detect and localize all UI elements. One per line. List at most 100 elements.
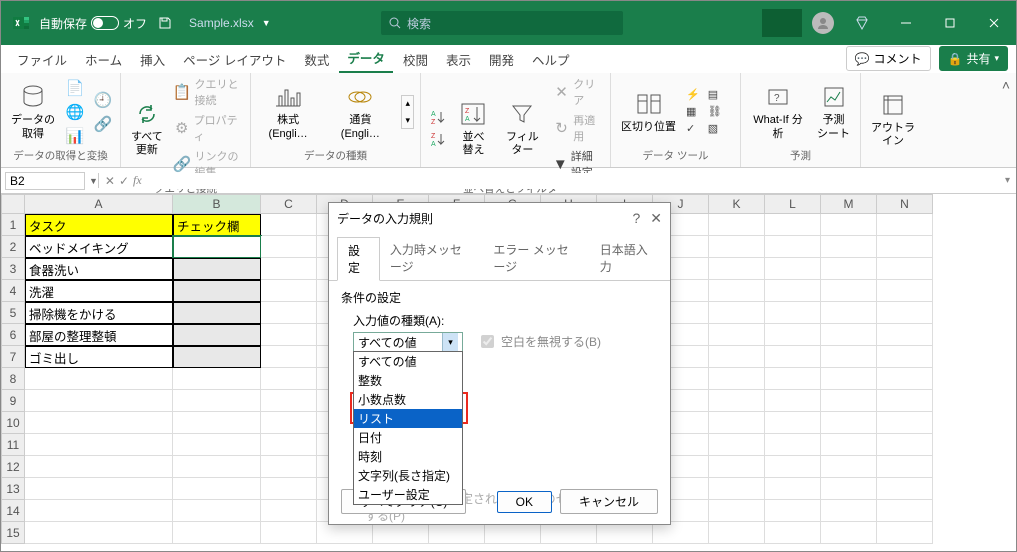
col-header-K[interactable]: K bbox=[709, 194, 765, 214]
consolidate-icon[interactable]: ▤ bbox=[706, 87, 724, 102]
recent-sources-icon[interactable]: 🕘 bbox=[91, 89, 115, 111]
col-header-C[interactable]: C bbox=[261, 194, 317, 214]
whatif-button[interactable]: ? What-If 分析 bbox=[747, 80, 809, 142]
row-header[interactable]: 8 bbox=[1, 368, 25, 390]
cell-A2[interactable]: ベッドメイキング bbox=[25, 236, 173, 258]
cell-B3[interactable] bbox=[173, 258, 261, 280]
row-header[interactable]: 1 bbox=[1, 214, 25, 236]
from-text-csv-icon[interactable]: 📄 bbox=[63, 77, 87, 99]
tab-developer[interactable]: 開発 bbox=[481, 46, 522, 73]
row-header[interactable]: 11 bbox=[1, 434, 25, 456]
cell-A5[interactable]: 掃除機をかける bbox=[25, 302, 173, 324]
tab-file[interactable]: ファイル bbox=[9, 46, 75, 73]
row-header[interactable]: 6 bbox=[1, 324, 25, 346]
tab-home[interactable]: ホーム bbox=[77, 46, 130, 73]
allow-option-all[interactable]: すべての値 bbox=[354, 352, 462, 371]
comments-button[interactable]: 💬 コメント bbox=[846, 46, 931, 71]
tab-page-layout[interactable]: ページ レイアウト bbox=[175, 46, 294, 73]
tab-data[interactable]: データ bbox=[339, 44, 393, 73]
dialog-tab-settings[interactable]: 設定 bbox=[337, 237, 380, 281]
allow-option-date[interactable]: 日付 bbox=[354, 428, 462, 447]
forecast-sheet-button[interactable]: 予測 シート bbox=[813, 80, 854, 142]
col-header-L[interactable]: L bbox=[765, 194, 821, 214]
row-header[interactable]: 2 bbox=[1, 236, 25, 258]
cell-A4[interactable]: 洗濯 bbox=[25, 280, 173, 302]
name-box[interactable] bbox=[5, 172, 85, 190]
cell-B5[interactable] bbox=[173, 302, 261, 324]
row-header[interactable]: 5 bbox=[1, 302, 25, 324]
remove-duplicates-icon[interactable]: ▦ bbox=[684, 104, 702, 119]
filename[interactable]: Sample.xlsx bbox=[189, 16, 254, 30]
col-header-A[interactable]: A bbox=[25, 194, 173, 214]
cell-B2[interactable] bbox=[173, 236, 261, 258]
cell-A1[interactable]: タスク bbox=[25, 214, 173, 236]
fx-icon[interactable]: fx bbox=[133, 173, 142, 188]
col-header-M[interactable]: M bbox=[821, 194, 877, 214]
dialog-tab-ime[interactable]: 日本語入力 bbox=[590, 237, 662, 280]
maximize-button[interactable] bbox=[928, 1, 972, 45]
from-web-icon[interactable]: 🌐 bbox=[63, 101, 87, 123]
dialog-help-icon[interactable]: ? bbox=[632, 210, 640, 227]
sort-asc-icon[interactable]: AZ bbox=[427, 107, 449, 127]
autosave-toggle[interactable]: 自動保存 オフ bbox=[39, 15, 147, 32]
from-table-icon[interactable]: 📊 bbox=[63, 125, 87, 147]
row-header[interactable]: 9 bbox=[1, 390, 25, 412]
row-header[interactable]: 3 bbox=[1, 258, 25, 280]
queries-connections-item[interactable]: 📋クエリと接続 bbox=[171, 75, 244, 109]
cancel-button[interactable]: キャンセル bbox=[560, 489, 658, 514]
minimize-button[interactable] bbox=[884, 1, 928, 45]
cell-B6[interactable] bbox=[173, 324, 261, 346]
cell-A6[interactable]: 部屋の整理整頓 bbox=[25, 324, 173, 346]
expand-formula-bar-icon[interactable]: ▾ bbox=[999, 175, 1016, 186]
tab-formulas[interactable]: 数式 bbox=[296, 46, 337, 73]
row-header[interactable]: 7 bbox=[1, 346, 25, 368]
cell-A3[interactable]: 食器洗い bbox=[25, 258, 173, 280]
row-header[interactable]: 13 bbox=[1, 478, 25, 500]
refresh-all-button[interactable]: すべて 更新 bbox=[127, 97, 167, 159]
flash-fill-icon[interactable]: ⚡ bbox=[684, 87, 702, 102]
sort-desc-icon[interactable]: ZA bbox=[427, 129, 449, 149]
search-box[interactable]: 検索 bbox=[381, 11, 623, 35]
allow-option-decimal[interactable]: 小数点数 bbox=[354, 390, 462, 409]
diamond-icon[interactable] bbox=[840, 1, 884, 45]
tab-review[interactable]: 校閲 bbox=[395, 46, 436, 73]
datatype-nav[interactable]: ▴ ▾ bbox=[401, 95, 414, 129]
cell-A7[interactable]: ゴミ出し bbox=[25, 346, 173, 368]
allow-option-whole[interactable]: 整数 bbox=[354, 371, 462, 390]
manage-data-model-icon[interactable]: ▧ bbox=[706, 121, 724, 136]
text-to-columns-button[interactable]: 区切り位置 bbox=[617, 87, 680, 136]
data-validation-icon[interactable]: ✓ bbox=[684, 121, 702, 136]
sort-button[interactable]: ZA 並べ替え bbox=[453, 97, 494, 159]
account-block[interactable] bbox=[762, 9, 802, 37]
stocks-datatype[interactable]: 株式 (Engli… bbox=[257, 80, 319, 142]
currency-datatype[interactable]: 通貨 (Engli… bbox=[329, 80, 391, 142]
share-button[interactable]: 🔒 共有 ▾ bbox=[939, 46, 1009, 71]
allow-option-textlength[interactable]: 文字列(長さ指定) bbox=[354, 466, 462, 485]
dialog-tab-input-message[interactable]: 入力時メッセージ bbox=[380, 237, 483, 280]
relationships-icon[interactable]: ⛓ bbox=[706, 104, 724, 119]
cell-B7[interactable] bbox=[173, 346, 261, 368]
account-avatar[interactable] bbox=[812, 12, 834, 34]
chevron-down-icon[interactable]: ▾ bbox=[442, 333, 458, 351]
close-button[interactable] bbox=[972, 1, 1016, 45]
tab-insert[interactable]: 挿入 bbox=[132, 46, 173, 73]
dialog-close-icon[interactable]: ✕ bbox=[650, 210, 662, 227]
cell-B1[interactable]: チェック欄 bbox=[173, 214, 261, 236]
allow-option-list[interactable]: リスト bbox=[354, 409, 462, 428]
select-all-corner[interactable] bbox=[1, 194, 25, 214]
cancel-formula-icon[interactable]: ✕ bbox=[105, 174, 115, 188]
allow-combobox[interactable]: すべての値 ▾ すべての値 整数 小数点数 リスト 日付 時刻 文字列(長さ指定… bbox=[353, 332, 463, 352]
get-data-button[interactable]: データの 取得 bbox=[7, 80, 59, 142]
allow-option-time[interactable]: 時刻 bbox=[354, 447, 462, 466]
save-icon[interactable] bbox=[155, 13, 175, 33]
tab-help[interactable]: ヘルプ bbox=[524, 46, 578, 73]
outline-button[interactable]: アウトラ イン bbox=[867, 88, 919, 150]
row-header[interactable]: 14 bbox=[1, 500, 25, 522]
row-header[interactable]: 10 bbox=[1, 412, 25, 434]
row-header[interactable]: 15 bbox=[1, 522, 25, 544]
existing-connections-icon[interactable]: 🔗 bbox=[91, 113, 115, 135]
col-header-B[interactable]: B bbox=[173, 194, 261, 214]
tab-view[interactable]: 表示 bbox=[438, 46, 479, 73]
row-header[interactable]: 4 bbox=[1, 280, 25, 302]
col-header-N[interactable]: N bbox=[877, 194, 933, 214]
